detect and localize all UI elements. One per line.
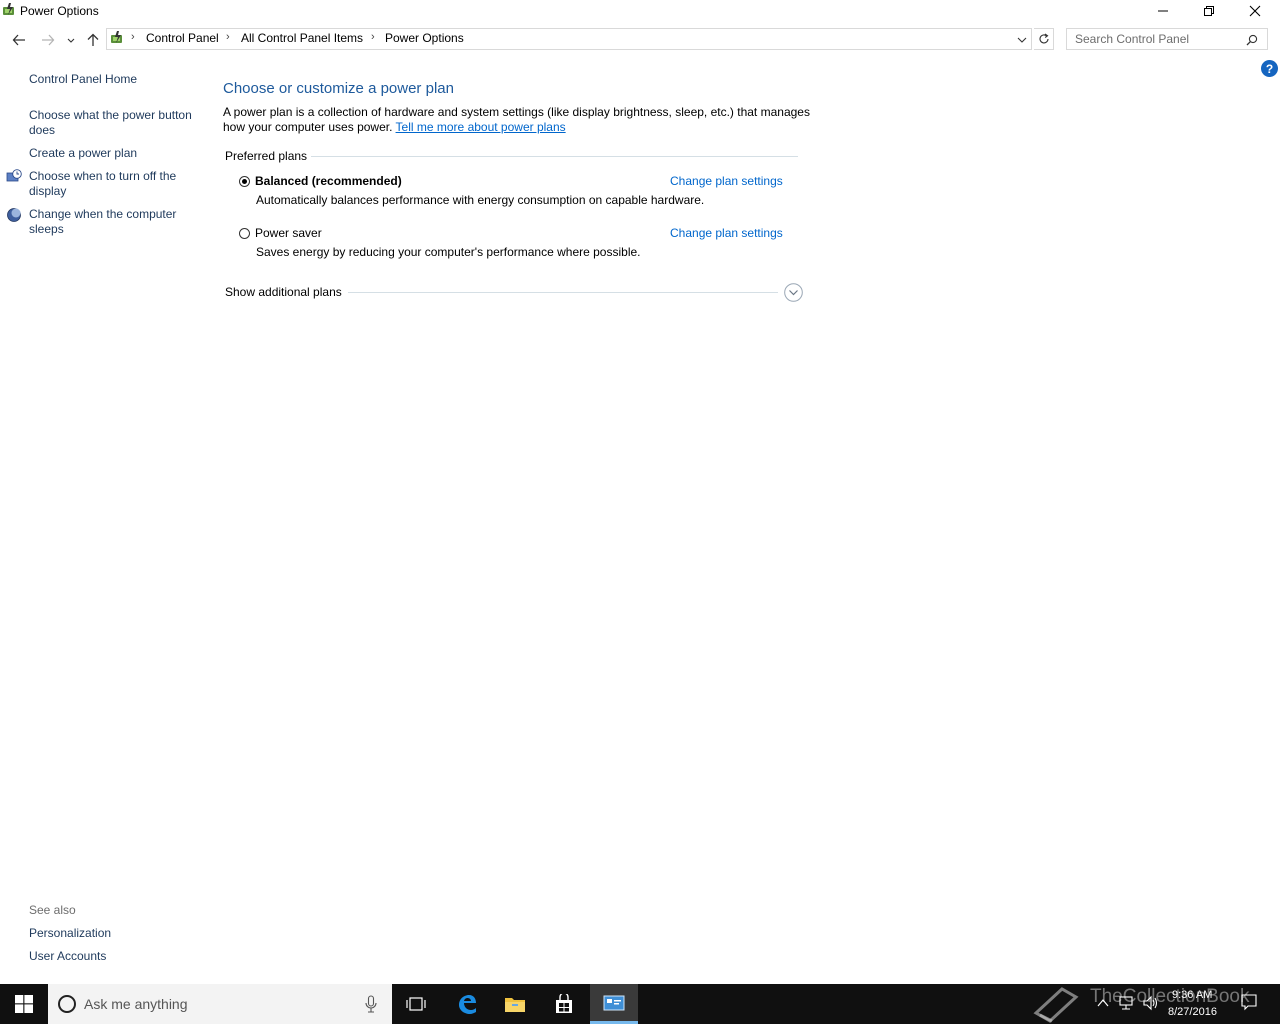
- up-button[interactable]: [83, 30, 103, 50]
- power-saver-plan-description: Saves energy by reducing your computer's…: [256, 245, 641, 259]
- breadcrumb-all-items[interactable]: All Control Panel Items: [241, 31, 363, 45]
- cortana-placeholder: Ask me anything: [84, 996, 188, 1012]
- power-saver-plan-name[interactable]: Power saver: [255, 226, 322, 240]
- close-button[interactable]: [1232, 0, 1278, 22]
- moon-globe-icon: [6, 207, 22, 223]
- book-watermark-icon: [1032, 985, 1080, 1023]
- task-view-icon[interactable]: [392, 984, 440, 1024]
- intro-text: A power plan is a collection of hardware…: [223, 105, 813, 135]
- display-clock-icon: [6, 169, 22, 185]
- microphone-icon[interactable]: [364, 995, 378, 1013]
- page-title: Choose or customize a power plan: [223, 80, 454, 97]
- recent-locations-chevron-icon[interactable]: [62, 30, 80, 50]
- address-dropdown-icon[interactable]: [1016, 33, 1030, 47]
- tell-me-more-link[interactable]: Tell me more about power plans: [396, 120, 566, 134]
- sidebar-item-computer-sleeps[interactable]: Change when the computer sleeps: [29, 207, 201, 237]
- breadcrumb-control-panel[interactable]: Control Panel: [146, 31, 219, 45]
- preferred-plans-heading: Preferred plans: [225, 149, 308, 163]
- title-bar: [0, 0, 1280, 24]
- restore-button[interactable]: [1186, 0, 1232, 22]
- search-icon[interactable]: [1246, 33, 1260, 47]
- sidebar-item-create-plan[interactable]: Create a power plan: [29, 146, 201, 161]
- clock-date[interactable]: 8/27/2016: [1168, 1006, 1217, 1018]
- control-panel-taskbar-icon[interactable]: [590, 984, 638, 1024]
- cortana-circle-icon: [57, 994, 77, 1014]
- minimize-button[interactable]: [1140, 0, 1186, 22]
- breadcrumb-separator-icon[interactable]: ›: [371, 31, 375, 43]
- sidebar-item-power-button[interactable]: Choose what the power button does: [29, 108, 201, 138]
- forward-button[interactable]: [38, 30, 58, 50]
- help-icon[interactable]: ?: [1261, 60, 1278, 77]
- see-also-heading: See also: [29, 903, 76, 917]
- watermark-text: TheCollectionBook: [1090, 986, 1250, 1007]
- section-divider: [311, 156, 798, 157]
- breadcrumb-power-options[interactable]: Power Options: [385, 31, 464, 45]
- power-saver-plan-radio[interactable]: [239, 228, 250, 239]
- refresh-button[interactable]: [1034, 28, 1054, 50]
- show-additional-plans-heading[interactable]: Show additional plans: [225, 285, 342, 299]
- action-center-icon[interactable]: [1240, 993, 1258, 1011]
- volume-icon[interactable]: [1142, 995, 1160, 1011]
- sidebar-item-control-panel-home[interactable]: Control Panel Home: [29, 72, 201, 87]
- balanced-change-plan-link[interactable]: Change plan settings: [670, 174, 783, 188]
- sidebar-item-turn-off-display[interactable]: Choose when to turn off the display: [29, 169, 201, 199]
- edge-browser-icon[interactable]: [443, 984, 491, 1024]
- balanced-plan-radio[interactable]: [239, 176, 250, 187]
- store-icon[interactable]: [540, 984, 588, 1024]
- search-input[interactable]: [1066, 28, 1268, 50]
- power-options-icon: [109, 31, 125, 47]
- power-saver-change-plan-link[interactable]: Change plan settings: [670, 226, 783, 240]
- balanced-plan-description: Automatically balances performance with …: [256, 193, 705, 207]
- balanced-plan-name[interactable]: Balanced (recommended): [255, 174, 402, 188]
- see-also-user-accounts-link[interactable]: User Accounts: [29, 949, 201, 964]
- show-hidden-icons-chevron-icon[interactable]: [1096, 996, 1110, 1010]
- see-also-personalization-link[interactable]: Personalization: [29, 926, 201, 941]
- windows-start-icon[interactable]: [0, 984, 48, 1024]
- clock-time[interactable]: 9:36 AM: [1172, 989, 1212, 1001]
- section-divider: [348, 292, 778, 293]
- back-button[interactable]: [9, 30, 29, 50]
- window-title: Power Options: [20, 4, 99, 18]
- file-explorer-icon[interactable]: [491, 984, 539, 1024]
- power-options-icon[interactable]: [1, 3, 17, 19]
- network-icon[interactable]: [1118, 995, 1136, 1011]
- expand-chevron-icon[interactable]: [784, 283, 803, 302]
- breadcrumb-separator-icon[interactable]: ›: [226, 31, 230, 43]
- breadcrumb-separator-icon[interactable]: ›: [131, 31, 135, 43]
